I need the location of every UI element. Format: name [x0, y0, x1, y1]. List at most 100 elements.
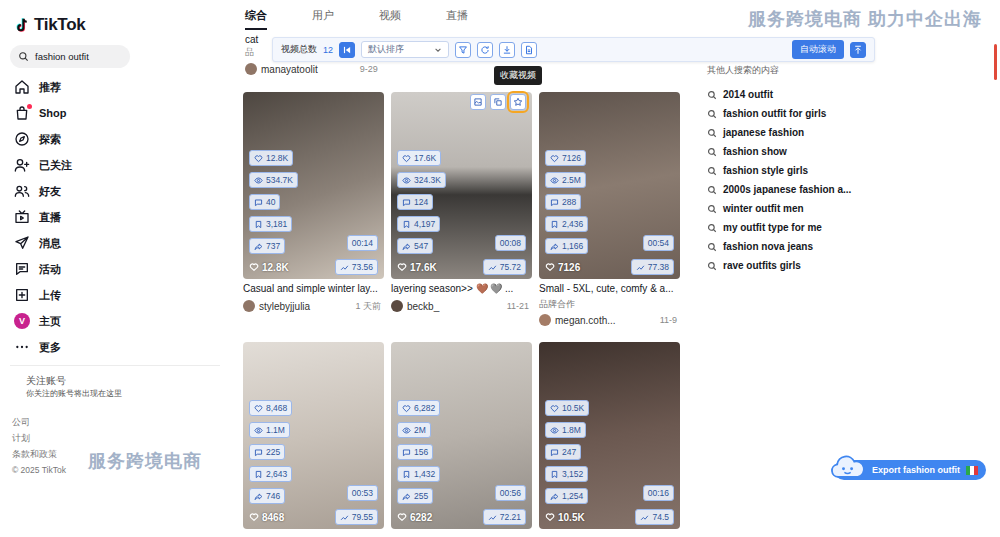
score-value: 79.55	[352, 512, 373, 522]
watermark: 服务跨境电商 助力中企出海	[748, 7, 982, 31]
nav-label: Shop	[39, 107, 67, 119]
card-action-button[interactable]	[470, 94, 486, 110]
footer-link[interactable]: 条款和政策	[12, 446, 220, 462]
card-action-button[interactable]: 收藏视频	[510, 94, 526, 110]
duration-text: 00:56	[500, 488, 521, 498]
related-item[interactable]: my outfit type for me	[707, 218, 907, 237]
jump-start-button[interactable]	[339, 42, 355, 58]
tiktok-logo[interactable]: TikTok	[14, 14, 220, 36]
friends-icon	[14, 183, 30, 199]
author-name[interactable]: megan.coth...	[555, 315, 616, 326]
stat-value: 1.8M	[562, 425, 581, 435]
related-item[interactable]: rave outfits girls	[707, 256, 907, 275]
toolbar-icon-button[interactable]	[521, 42, 537, 58]
nav-icon-wrap	[14, 261, 30, 277]
toolbar-icon-button[interactable]	[455, 42, 471, 58]
paper-plane-icon	[14, 235, 30, 251]
brand-badge: 品牌合作	[539, 297, 680, 311]
nav-item[interactable]: 消息	[10, 230, 220, 256]
stat-chip: 7126	[545, 150, 586, 166]
toolbar-icon-button[interactable]	[477, 42, 493, 58]
video-card[interactable]: 10.5K1.8M2473,1521,25400:1610.5K74.5	[539, 342, 680, 537]
tab[interactable]: 综合	[243, 8, 310, 23]
heart-icon	[402, 154, 411, 163]
author-name[interactable]: stylebyjjulia	[259, 301, 310, 312]
tab-label: 视频	[379, 8, 401, 23]
video-card[interactable]: 6,2822M1561,43225500:56628272.21	[391, 342, 532, 537]
nav-icon-wrap	[14, 105, 30, 121]
card-action-button[interactable]	[490, 94, 506, 110]
video-thumbnail[interactable]: 12.8K534.7K403,18173700:1412.8K73.56	[243, 92, 384, 279]
duration-chip: 00:16	[643, 485, 674, 501]
footer-link[interactable]: 计划	[12, 430, 220, 446]
export-button[interactable]: Export fashion outfit	[834, 460, 986, 480]
scroll-top-button[interactable]	[850, 42, 866, 58]
heart-icon	[550, 404, 559, 413]
tab[interactable]: 视频	[377, 8, 444, 23]
score-chip: 77.38	[631, 259, 674, 275]
tiktok-search-page: TikTokfashion outfit推荐Shop探索已关注好友直播消息活动上…	[0, 0, 1000, 537]
video-thumbnail[interactable]: 71262.5M2882,4361,16600:54712677.38	[539, 92, 680, 279]
nav-icon-wrap	[14, 131, 30, 147]
like-count: 8468	[249, 512, 284, 523]
activity-icon	[14, 261, 30, 277]
nav-item[interactable]: 活动	[10, 256, 220, 282]
video-thumbnail[interactable]: 6,2822M1561,43225500:56628272.21	[391, 342, 532, 529]
share-icon	[550, 492, 559, 501]
related-item[interactable]: fashion nova jeans	[707, 237, 907, 256]
video-card[interactable]: 12.8K534.7K403,18173700:1412.8K73.56Casu…	[243, 92, 384, 335]
watermark: 服务跨境电商	[88, 449, 202, 473]
nav-icon-wrap	[14, 209, 30, 225]
author-avatar[interactable]	[539, 314, 551, 326]
duration-chip: 00:56	[495, 485, 526, 501]
related-item[interactable]: fashion show	[707, 142, 907, 161]
nav-item[interactable]: 好友	[10, 178, 220, 204]
video-card[interactable]: 17.6K324.3K1244,19754700:0817.6K75.72收藏视…	[391, 92, 532, 335]
author-name[interactable]: beckb_	[407, 301, 439, 312]
nav-label: 已关注	[39, 158, 72, 173]
heart-icon	[545, 512, 555, 522]
nav-item[interactable]: 更多	[10, 334, 220, 360]
search-field[interactable]: fashion outfit	[10, 45, 130, 68]
video-thumbnail[interactable]: 10.5K1.8M2473,1521,25400:1610.5K74.5	[539, 342, 680, 529]
heart-icon	[397, 512, 407, 522]
nav-item[interactable]: 直播	[10, 204, 220, 230]
related-item[interactable]: 2014 outfit	[707, 85, 907, 104]
like-count-text: 10.5K	[558, 512, 585, 523]
toolbar-icon-button[interactable]	[499, 42, 515, 58]
video-card[interactable]: 8,4681.1M2252,64374600:53846879.55	[243, 342, 384, 537]
related-item[interactable]: fashion style girls	[707, 161, 907, 180]
sort-select[interactable]: 默认排序	[361, 41, 449, 58]
video-thumbnail[interactable]: 8,4681.1M2252,64374600:53846879.55	[243, 342, 384, 529]
related-item[interactable]: 2000s japanese fashion a...	[707, 180, 907, 199]
nav-item[interactable]: 推荐	[10, 74, 220, 100]
tab[interactable]: 直播	[444, 8, 511, 23]
related-item[interactable]: fashion outfit for girls	[707, 104, 907, 123]
author-avatar[interactable]	[391, 300, 403, 312]
nav-item[interactable]: 已关注	[10, 152, 220, 178]
nav-list: 推荐 Shop 探索已关注好友直播消息活动上传V主页更多	[10, 74, 220, 360]
video-thumbnail[interactable]: 17.6K324.3K1244,19754700:0817.6K75.72收藏视…	[391, 92, 532, 279]
related-item[interactable]: japanese fashion	[707, 123, 907, 142]
duration-chip: 00:08	[495, 235, 526, 251]
author-avatar[interactable]	[243, 300, 255, 312]
nav-item[interactable]: V主页	[10, 308, 220, 334]
auto-scroll-button[interactable]: 自动滚动	[792, 40, 844, 59]
nav-icon-wrap	[14, 183, 30, 199]
nav-item[interactable]: 上传	[10, 282, 220, 308]
stat-chip: 40	[249, 194, 280, 210]
nav-item[interactable]: Shop	[10, 100, 220, 126]
tab[interactable]: 用户	[310, 8, 377, 23]
trend-icon	[340, 263, 349, 272]
upload-icon	[14, 287, 30, 303]
stat-value: 7126	[562, 153, 581, 163]
cloud-icon	[830, 454, 866, 480]
like-count: 12.8K	[249, 262, 289, 273]
related-item[interactable]: winter outfit men	[707, 199, 907, 218]
video-card[interactable]: 71262.5M2882,4361,16600:54712677.38Small…	[539, 92, 680, 335]
footer-link[interactable]: 公司	[12, 414, 220, 430]
footer-link[interactable]: © 2025 TikTok	[12, 462, 220, 478]
related-searches: 其他人搜索的内容2014 outfitfashion outfit for gi…	[707, 30, 907, 275]
stat-chip: 8,468	[249, 400, 292, 416]
nav-item[interactable]: 探索	[10, 126, 220, 152]
